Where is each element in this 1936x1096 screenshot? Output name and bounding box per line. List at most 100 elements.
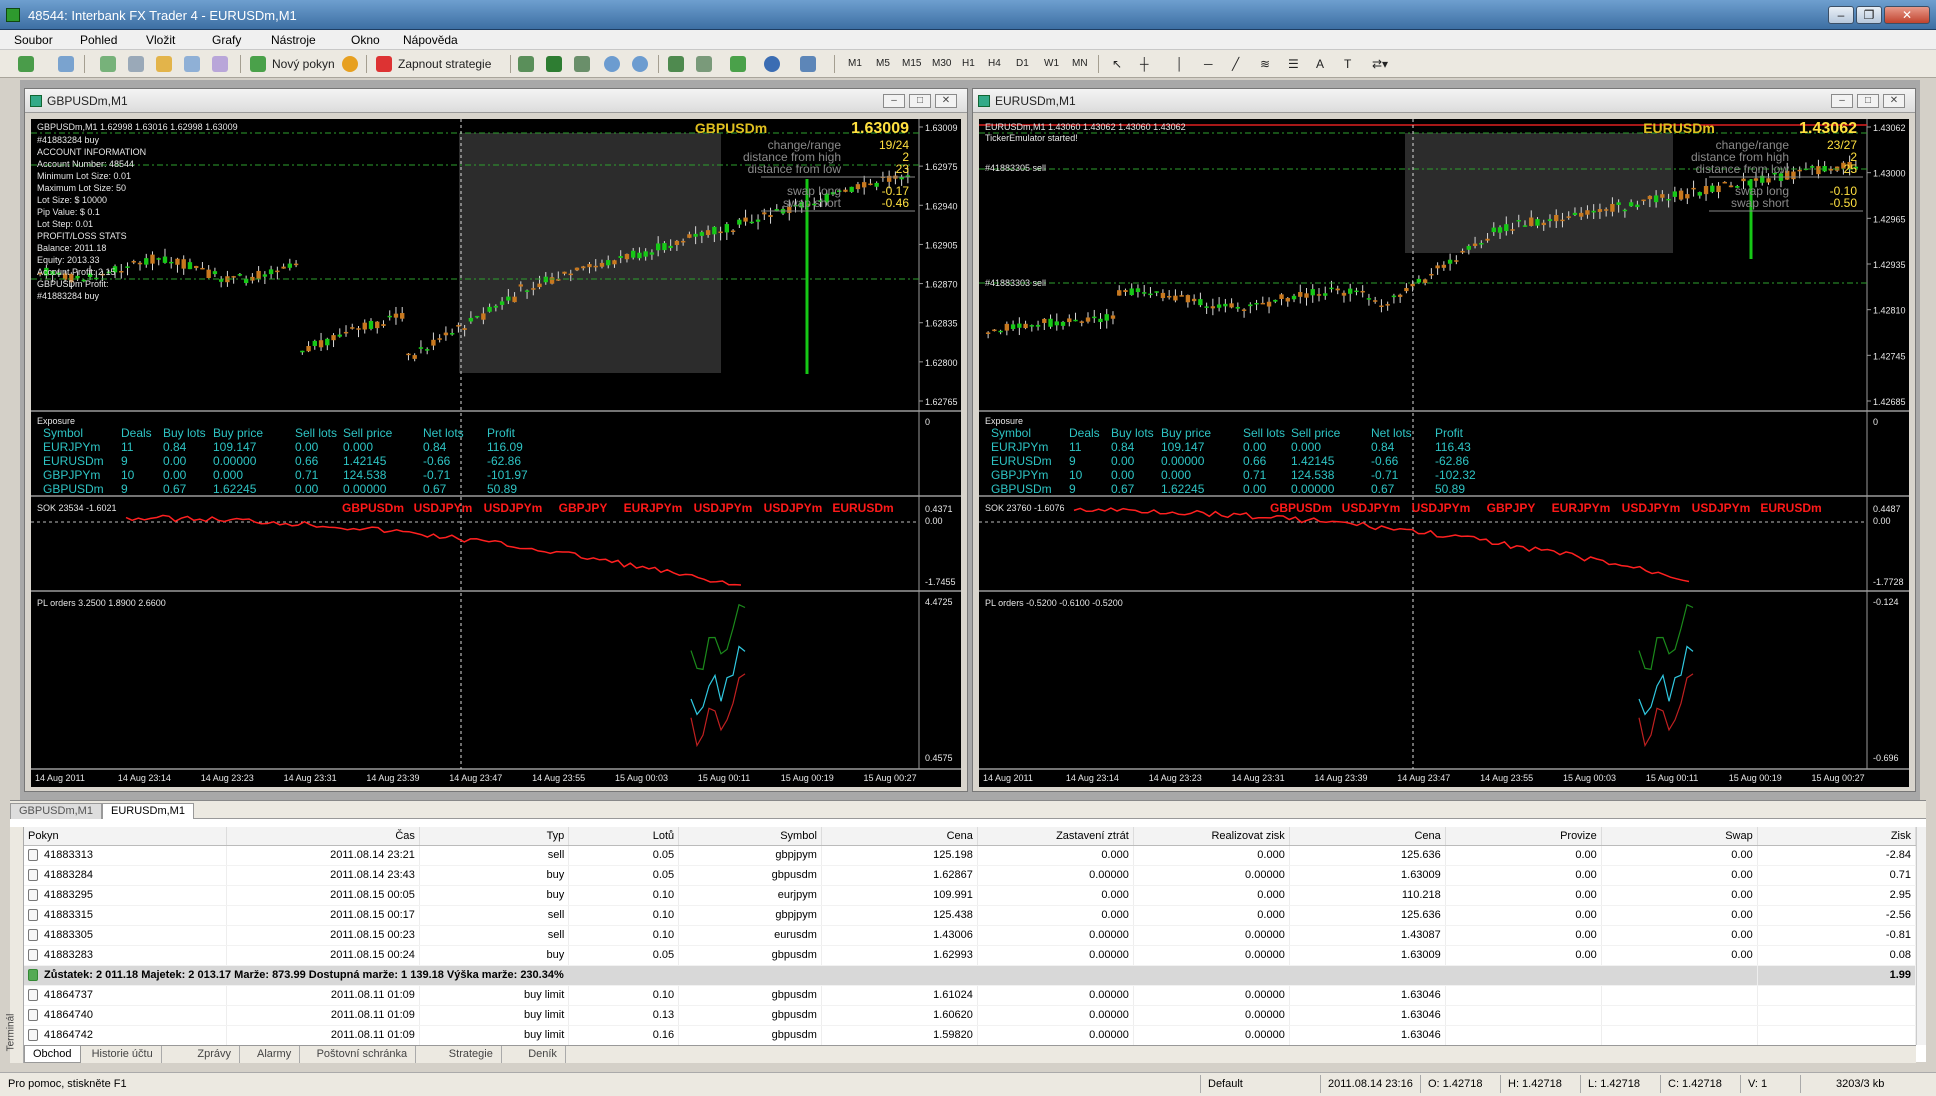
templates-icon[interactable]: [800, 56, 816, 72]
expand-icon[interactable]: [28, 969, 38, 982]
market-watch-icon[interactable]: [100, 56, 116, 72]
periods-icon[interactable]: [764, 56, 780, 72]
vertical-scrollbar[interactable]: [1916, 827, 1926, 1045]
column-header[interactable]: Cena: [1289, 827, 1446, 846]
tf-mn[interactable]: MN: [1072, 58, 1088, 69]
crosshair-icon[interactable]: ┼: [1136, 54, 1153, 74]
column-header[interactable]: Symbol: [678, 827, 822, 846]
column-header[interactable]: Lotů: [568, 827, 680, 846]
zoom-out-icon[interactable]: [632, 56, 648, 72]
window-tab-eurusd[interactable]: EURUSDm,M1: [102, 803, 194, 819]
order-cell: 2011.08.11 01:09: [226, 1005, 420, 1026]
indicators-icon[interactable]: [730, 56, 746, 72]
chart-maximize-button[interactable]: □: [1857, 94, 1879, 108]
order-row[interactable]: 41883315 2011.08.15 00:17 sell 0.10 gbpjpym 1…: [24, 905, 1916, 926]
arrows-icon[interactable]: ⇄▾: [1368, 54, 1392, 74]
profiles-icon[interactable]: [58, 56, 74, 72]
bar-chart-icon[interactable]: [518, 56, 534, 72]
strategies-button[interactable]: Zapnout strategie: [394, 54, 495, 74]
candle: [275, 270, 280, 273]
candle: [1685, 194, 1690, 199]
candle-chart-icon[interactable]: [546, 56, 562, 72]
chart-maximize-button[interactable]: □: [909, 94, 931, 108]
zoom-in-icon[interactable]: [604, 56, 620, 72]
navigator-icon[interactable]: [156, 56, 172, 72]
chart-minimize-button[interactable]: –: [883, 94, 905, 108]
tf-h4[interactable]: H4: [988, 58, 1001, 69]
column-header[interactable]: Realizovat zisk: [1133, 827, 1290, 846]
new-chart-icon[interactable]: [18, 56, 34, 72]
line-chart-icon[interactable]: [574, 56, 590, 72]
column-header[interactable]: Čas: [226, 827, 420, 846]
close-button[interactable]: ✕: [1884, 6, 1930, 24]
column-header[interactable]: Zastavení ztrát: [977, 827, 1134, 846]
fibonacci-icon[interactable]: ☰: [1284, 54, 1303, 74]
trendline-icon[interactable]: ╱: [1228, 54, 1243, 74]
terminal-tab-4[interactable]: Poštovní schránka: [309, 1046, 417, 1063]
data-window-icon[interactable]: [128, 56, 144, 72]
menu-2[interactable]: Vložit: [146, 33, 175, 47]
column-header[interactable]: Cena: [821, 827, 978, 846]
menu-5[interactable]: Okno: [351, 33, 380, 47]
text-icon[interactable]: A: [1312, 54, 1328, 74]
chart-close-button[interactable]: ✕: [935, 94, 957, 108]
column-header[interactable]: Pokyn: [24, 827, 227, 846]
tf-m30[interactable]: M30: [932, 58, 951, 69]
column-header[interactable]: Typ: [419, 827, 570, 846]
tf-d1[interactable]: D1: [1016, 58, 1029, 69]
candle: [1372, 300, 1378, 302]
column-header[interactable]: Provize: [1445, 827, 1602, 846]
pl-line: [1638, 603, 1694, 671]
window-tab-gbpusd[interactable]: GBPUSDm,M1: [10, 803, 102, 819]
order-row[interactable]: 41883284 2011.08.14 23:43 buy 0.05 gbpusdm 1.…: [24, 865, 1916, 886]
exposure-cell: 0.00000: [213, 454, 257, 468]
horizontal-line-icon[interactable]: ─: [1200, 54, 1217, 74]
tf-w1[interactable]: W1: [1044, 58, 1059, 69]
exposure-cell: -101.97: [487, 468, 528, 482]
chart-close-button[interactable]: ✕: [1883, 94, 1905, 108]
autoscroll-icon[interactable]: [668, 56, 684, 72]
order-row[interactable]: 41864742 2011.08.11 01:09 buy limit 0.16 gbp…: [24, 1025, 1916, 1045]
order-row[interactable]: 41883295 2011.08.15 00:05 buy 0.10 eurjpym 10…: [24, 885, 1916, 906]
column-header[interactable]: Swap: [1601, 827, 1758, 846]
terminal-tab-0[interactable]: Obchod: [24, 1046, 81, 1063]
terminal-tab-2[interactable]: Zprávy: [189, 1046, 241, 1063]
terminal-tab-3[interactable]: Alarmy: [249, 1046, 301, 1063]
terminal-tab-5[interactable]: Strategie: [441, 1046, 502, 1063]
label-icon[interactable]: T: [1340, 54, 1355, 74]
menu-0[interactable]: Soubor: [14, 33, 53, 47]
terminal-tab-1[interactable]: Historie účtu: [84, 1046, 162, 1063]
order-cell: 0.00000: [1133, 1005, 1290, 1026]
order-row[interactable]: 41864740 2011.08.11 01:09 buy limit 0.13 gbp…: [24, 1005, 1916, 1026]
metaeditor-icon[interactable]: [342, 56, 358, 72]
chart-window-left[interactable]: GBPUSDm,M1 – □ ✕ GBPUSDm,M1 1.62998 1.63016 …: [24, 88, 968, 792]
terminal-icon[interactable]: [184, 56, 200, 72]
tf-m1[interactable]: M1: [848, 58, 862, 69]
cursor-icon[interactable]: ↖: [1108, 54, 1126, 74]
menu-3[interactable]: Grafy: [212, 33, 241, 47]
chart-canvas[interactable]: GBPUSDm,M1 1.62998 1.63016 1.62998 1.630…: [31, 119, 961, 787]
chart-shift-icon[interactable]: [696, 56, 712, 72]
tf-h1[interactable]: H1: [962, 58, 975, 69]
order-row[interactable]: 41864737 2011.08.11 01:09 buy limit 0.10 gbp…: [24, 985, 1916, 1006]
tf-m15[interactable]: M15: [902, 58, 921, 69]
menu-6[interactable]: Nápověda: [403, 33, 458, 47]
column-header[interactable]: Zisk: [1757, 827, 1916, 846]
channel-icon[interactable]: ≋: [1256, 54, 1274, 74]
tester-icon[interactable]: [212, 56, 228, 72]
tf-m5[interactable]: M5: [876, 58, 890, 69]
order-row[interactable]: 41883283 2011.08.15 00:24 buy 0.05 gbpusdm 1.…: [24, 945, 1916, 966]
minimize-button[interactable]: –: [1828, 6, 1854, 24]
chart-canvas[interactable]: EURUSDm,M1 1.43060 1.43062 1.43060 1.430…: [979, 119, 1909, 787]
menu-4[interactable]: Nástroje: [271, 33, 316, 47]
new-order-button[interactable]: Nový pokyn: [268, 54, 339, 74]
chart-minimize-button[interactable]: –: [1831, 94, 1853, 108]
order-row[interactable]: 41883305 2011.08.15 00:23 sell 0.10 eurusdm 1…: [24, 925, 1916, 946]
restore-button[interactable]: ❐: [1856, 6, 1882, 24]
terminal-tab-6[interactable]: Deník: [520, 1046, 566, 1063]
vertical-line-icon[interactable]: │: [1172, 54, 1188, 74]
menu-1[interactable]: Pohled: [80, 33, 117, 47]
chart-window-right[interactable]: EURUSDm,M1 – □ ✕ EURUSDm,M1 1.43060 1.43062 …: [972, 88, 1916, 792]
candle: [1142, 292, 1147, 294]
order-row[interactable]: 41883313 2011.08.14 23:21 sell 0.05 gbpjpym 1…: [24, 845, 1916, 866]
